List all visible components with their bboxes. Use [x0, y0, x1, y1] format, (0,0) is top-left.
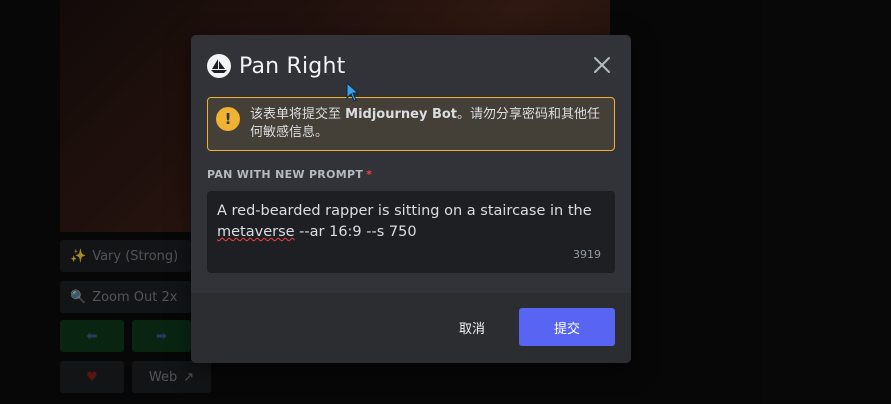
warning-bot-name: Midjourney Bot — [345, 107, 458, 122]
modal-footer: 取消 提交 — [191, 293, 631, 363]
prompt-text-line1: A red-bearded rapper is sitting on a sta… — [217, 203, 592, 219]
required-asterisk: * — [366, 168, 373, 181]
close-icon — [594, 57, 610, 73]
submit-button[interactable]: 提交 — [519, 308, 615, 346]
pan-right-modal: Pan Right ! 该表单将提交至 Midjourney Bot。请勿分享密… — [191, 35, 631, 363]
modal-header: Pan Right — [207, 51, 615, 81]
character-counter: 3919 — [573, 248, 601, 261]
discord-screen: ✨ Vary (Strong) 🔍 Zoom Out 2x ⬅ ➡ ♥ Web … — [0, 0, 891, 404]
modal-title: Pan Right — [239, 53, 346, 79]
prompt-field-label: PAN WITH NEW PROMPT * — [207, 168, 372, 181]
cancel-button[interactable]: 取消 — [443, 308, 501, 346]
exclamation-icon: ! — [216, 107, 240, 131]
midjourney-bot-avatar — [207, 54, 231, 78]
warning-prefix: 该表单将提交至 — [250, 107, 346, 122]
prompt-textarea[interactable]: A red-bearded rapper is sitting on a sta… — [207, 191, 615, 273]
prompt-label-text: PAN WITH NEW PROMPT — [207, 168, 364, 181]
close-button[interactable] — [589, 52, 615, 78]
prompt-misspelled-word: metaverse — [217, 224, 295, 240]
warning-banner: ! 该表单将提交至 Midjourney Bot。请勿分享密码和其他任何敏感信息… — [207, 97, 615, 151]
mouse-cursor-icon — [346, 82, 360, 102]
sailboat-icon — [211, 59, 227, 73]
warning-text: 该表单将提交至 Midjourney Bot。请勿分享密码和其他任何敏感信息。 — [250, 106, 604, 142]
prompt-text-rest: --ar 16:9 --s 750 — [294, 224, 417, 240]
